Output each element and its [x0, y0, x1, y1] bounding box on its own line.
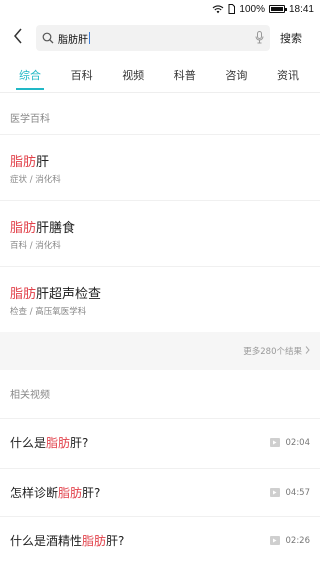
tab-encyclopedia[interactable]: 百科 — [60, 60, 104, 90]
list-item[interactable]: 脂肪肝 症状 / 消化科 — [0, 134, 320, 200]
wifi-icon — [212, 4, 224, 14]
video-title-suffix: 肝? — [82, 486, 101, 500]
result-title-highlight: 脂肪 — [10, 155, 37, 170]
back-button[interactable] — [0, 22, 36, 54]
result-title-rest: 肝膳食 — [36, 221, 76, 236]
search-bar: 脂肪肝 搜索 — [0, 22, 320, 54]
video-title-highlight: 脂肪 — [58, 486, 83, 500]
battery-icon — [268, 5, 287, 13]
search-query-rest: 肝 — [78, 34, 88, 46]
more-results-label: 更多280个结果 — [243, 347, 302, 357]
video-title-suffix: 肝? — [106, 534, 125, 548]
video-title-prefix: 怎样诊断 — [10, 486, 59, 500]
video-duration: 02:26 — [285, 535, 311, 546]
chevron-right-icon — [305, 345, 310, 357]
battery-percent: 100% — [239, 3, 265, 15]
microphone-icon[interactable] — [255, 29, 264, 48]
video-meta: 02:26 — [269, 535, 311, 546]
result-title-rest: 肝 — [36, 155, 50, 170]
video-duration: 04:57 — [285, 487, 311, 498]
result-subtitle: 百科 / 消化科 — [10, 241, 61, 251]
result-subtitle: 检查 / 高压氧医学科 — [10, 307, 87, 317]
video-title: 什么是酒精性脂肪肝? — [10, 532, 124, 549]
list-item[interactable]: 脂肪肝膳食 百科 / 消化科 — [0, 200, 320, 266]
video-meta: 02:04 — [269, 437, 311, 448]
video-title-prefix: 什么是 — [10, 436, 47, 450]
tab-video[interactable]: 视频 — [111, 60, 155, 90]
clock: 18:41 — [288, 3, 314, 15]
video-item[interactable]: 什么是脂肪肝? 02:04 — [0, 418, 320, 466]
tab-news[interactable]: 资讯 — [266, 60, 310, 90]
category-tabs: 综合 百科 视频 科普 咨询 资讯 — [0, 60, 320, 90]
video-meta: 04:57 — [269, 487, 311, 498]
video-title-highlight: 脂肪 — [46, 436, 71, 450]
video-title-highlight: 脂肪 — [82, 534, 107, 548]
sim-icon — [228, 4, 236, 14]
play-icon — [269, 536, 280, 545]
video-title: 什么是脂肪肝? — [10, 434, 88, 451]
play-icon — [269, 488, 280, 497]
video-duration: 02:04 — [285, 437, 311, 448]
videos-header: 相关视频 — [10, 389, 50, 401]
battery-level — [270, 7, 283, 11]
video-title-prefix: 什么是酒精性 — [10, 534, 83, 548]
more-results-link[interactable]: 更多280个结果 — [0, 332, 320, 370]
result-title: 脂肪肝膳食 — [10, 217, 75, 236]
tab-consultation[interactable]: 咨询 — [214, 60, 258, 90]
search-button[interactable]: 搜索 — [280, 22, 302, 54]
tab-popular-science[interactable]: 科普 — [163, 60, 207, 90]
result-title-highlight: 脂肪 — [10, 221, 37, 236]
text-cursor — [89, 32, 90, 44]
result-subtitle: 症状 / 消化科 — [10, 175, 61, 185]
result-title: 脂肪肝超声检查 — [10, 283, 101, 302]
tabs-divider — [0, 92, 320, 93]
result-title-rest: 肝超声检查 — [36, 287, 102, 302]
encyclopedia-header: 医学百科 — [10, 113, 50, 125]
video-title: 怎样诊断脂肪肝? — [10, 484, 100, 501]
tab-comprehensive[interactable]: 综合 — [8, 60, 52, 90]
back-arrow-icon — [13, 28, 23, 48]
status-bar: 100% 18:41 — [0, 0, 320, 18]
search-query-highlight: 脂肪 — [58, 34, 78, 46]
list-item[interactable]: 脂肪肝超声检查 检查 / 高压氧医学科 — [0, 266, 320, 332]
result-title-highlight: 脂肪 — [10, 287, 37, 302]
video-item[interactable]: 什么是酒精性脂肪肝? 02:26 — [0, 516, 320, 564]
search-query: 脂肪肝 — [58, 31, 251, 46]
search-icon — [42, 29, 54, 48]
play-icon — [269, 438, 280, 447]
search-input[interactable]: 脂肪肝 — [36, 25, 270, 51]
video-title-suffix: 肝? — [70, 436, 89, 450]
video-item[interactable]: 怎样诊断脂肪肝? 04:57 — [0, 468, 320, 516]
result-title: 脂肪肝 — [10, 151, 49, 170]
